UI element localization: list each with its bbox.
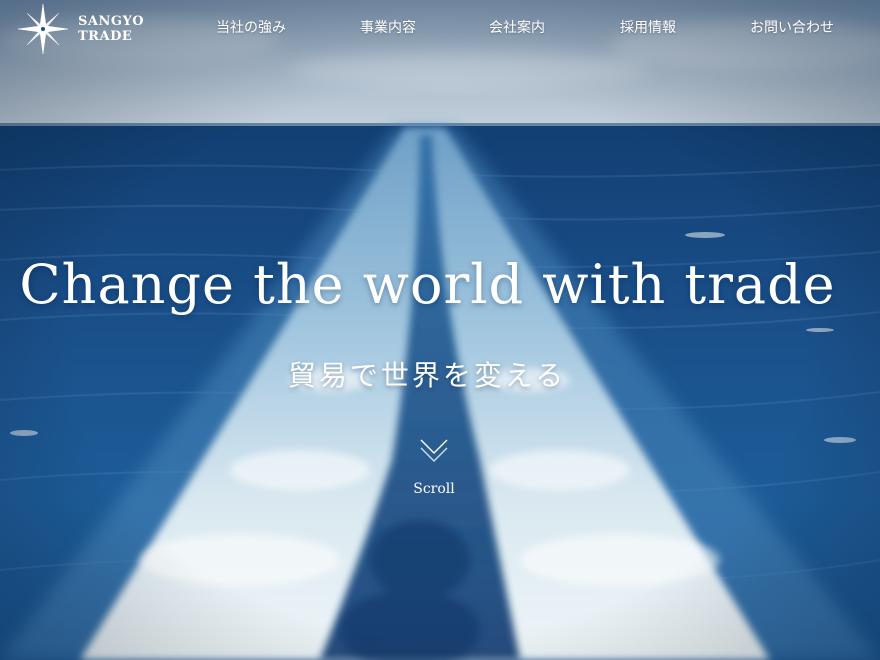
ocean-wake-background	[0, 0, 880, 660]
scroll-down-button[interactable]: Scroll	[404, 432, 464, 502]
chevron-down-icon	[420, 439, 448, 462]
scroll-label: Scroll	[413, 481, 455, 497]
site-header: SANGYO TRADE 当社の強み 事業内容 会社案内 採用情報 お問い合わせ	[0, 0, 880, 56]
hero-headline: Change the world with trade	[19, 253, 836, 316]
hero-section: SANGYO TRADE 当社の強み 事業内容 会社案内 採用情報 お問い合わせ…	[0, 0, 880, 660]
hero-subheadline: 貿易で世界を変える	[287, 359, 567, 392]
nav-item-company[interactable]: 会社案内	[489, 17, 545, 39]
nav-item-strengths[interactable]: 当社の強み	[216, 17, 286, 39]
nav-item-recruit[interactable]: 採用情報	[620, 17, 676, 39]
main-nav: 当社の強み 事業内容 会社案内 採用情報 お問い合わせ	[0, 17, 880, 39]
nav-item-business[interactable]: 事業内容	[360, 17, 416, 39]
nav-item-contact[interactable]: お問い合わせ	[750, 17, 834, 39]
